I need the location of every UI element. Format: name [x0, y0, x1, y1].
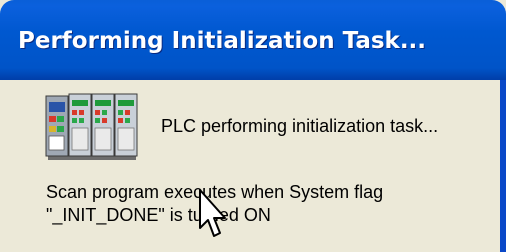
mouse-pointer-icon — [199, 189, 226, 237]
dialog-title: Performing Initialization Task... — [18, 28, 427, 54]
plc-rack-icon — [45, 93, 138, 160]
status-text: PLC performing initialization task... — [161, 116, 439, 136]
window-border — [500, 80, 506, 252]
title-bar[interactable]: Performing Initialization Task... — [0, 0, 506, 80]
initialization-dialog: Performing Initialization Task... PLC pe… — [0, 0, 506, 252]
